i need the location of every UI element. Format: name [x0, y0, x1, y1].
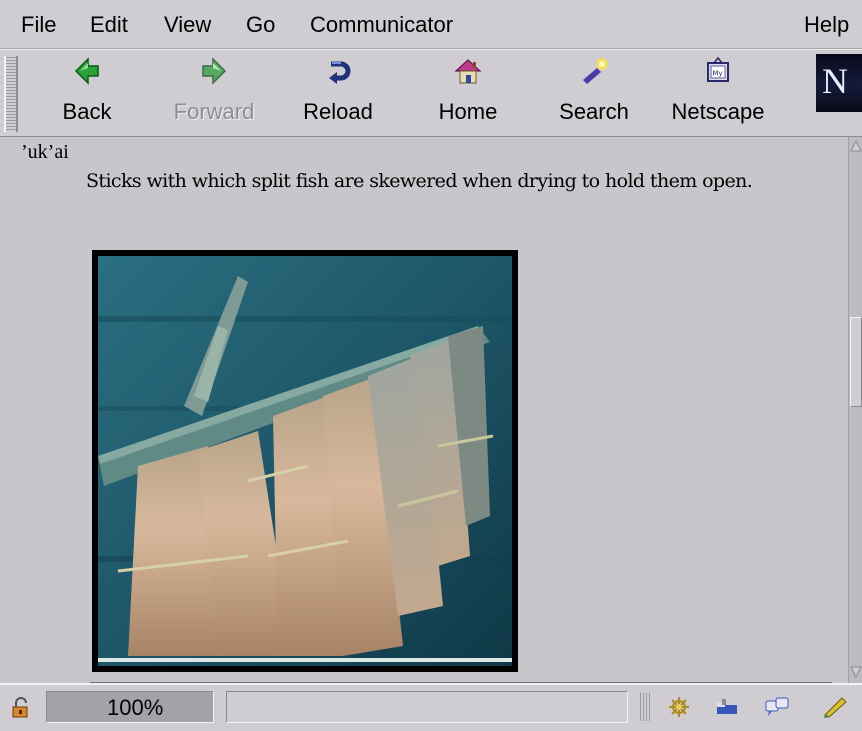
menu-go[interactable]: Go — [246, 12, 275, 38]
search-label: Search — [559, 99, 629, 124]
status-message-field — [226, 691, 628, 723]
scroll-up-icon[interactable] — [850, 139, 862, 153]
forward-icon — [202, 57, 227, 85]
scrollbar-thumb[interactable] — [850, 317, 862, 407]
back-label: Back — [62, 99, 112, 124]
reload-icon — [329, 61, 351, 84]
zoom-value: 100% — [107, 695, 164, 720]
netscape-icon: My — [707, 56, 729, 82]
status-bar: 100% — [0, 683, 862, 731]
home-label: Home — [438, 99, 498, 124]
glossary-definition: Sticks with which split fish are skewere… — [86, 170, 753, 192]
composer-icon[interactable] — [822, 695, 848, 719]
menu-file[interactable]: File — [21, 12, 56, 38]
menu-bar: File Edit View Go Communicator Help — [0, 0, 862, 49]
security-lock-icon[interactable] — [10, 697, 32, 719]
svg-text:My: My — [713, 70, 723, 78]
page-content: ’uk’ai Sticks with which split fish are … — [0, 137, 848, 683]
menu-edit[interactable]: Edit — [90, 12, 128, 38]
netscape-button[interactable]: My Netscape — [668, 56, 768, 132]
glossary-term: ’uk’ai — [21, 141, 69, 163]
photo-drying-fish-image — [98, 256, 512, 666]
home-icon — [454, 59, 482, 84]
vertical-scrollbar[interactable] — [848, 137, 862, 683]
home-button[interactable]: Home — [418, 56, 518, 132]
navigation-toolbar: Back Forward Reload Home Search My Netsc… — [0, 49, 862, 138]
back-button[interactable]: Back — [37, 56, 137, 132]
netscape-label: Netscape — [671, 99, 765, 124]
zoom-indicator: 100% — [46, 691, 214, 723]
netscape-logo-letter: N — [822, 61, 848, 101]
reload-label: Reload — [303, 99, 373, 124]
netscape-logo[interactable]: N — [816, 54, 862, 112]
forward-label: Forward — [173, 99, 255, 124]
menu-communicator[interactable]: Communicator — [310, 12, 453, 38]
search-icon — [583, 58, 608, 84]
drying-fish-photo — [92, 250, 518, 672]
discussion-icon[interactable] — [764, 695, 790, 719]
forward-button[interactable]: Forward — [164, 56, 264, 132]
toolbar-grip[interactable] — [4, 56, 18, 132]
mail-icon[interactable] — [714, 695, 740, 719]
search-button[interactable]: Search — [544, 56, 644, 132]
back-icon — [74, 57, 99, 85]
component-bar-grip[interactable] — [640, 693, 652, 721]
scroll-down-icon[interactable] — [850, 665, 862, 679]
menu-view[interactable]: View — [164, 12, 211, 38]
navigator-icon[interactable] — [666, 695, 692, 719]
menu-help[interactable]: Help — [804, 12, 849, 38]
reload-button[interactable]: Reload — [288, 56, 388, 132]
